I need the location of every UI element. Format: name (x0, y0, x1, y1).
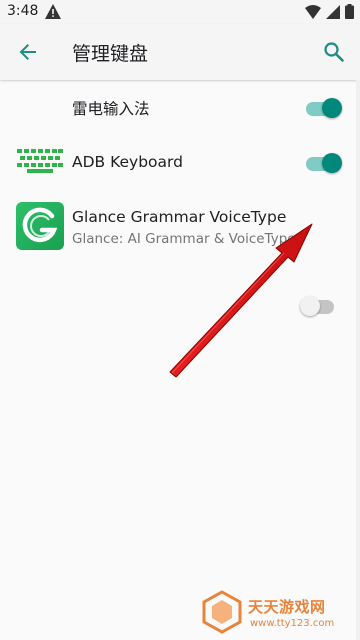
keyboard-subtitle: Glance: AI Grammar & VoiceType (72, 231, 296, 247)
signal-icon (326, 4, 340, 23)
battery-icon (345, 4, 354, 23)
keyboard-icon (17, 149, 63, 173)
back-button[interactable] (14, 38, 42, 66)
page-title: 管理键盘 (72, 43, 149, 65)
watermark-text: 天天游戏网 (248, 598, 326, 616)
scroll-edge (356, 80, 360, 640)
search-button[interactable] (320, 38, 348, 66)
keyboard-row-adb[interactable]: ADB Keyboard (0, 136, 360, 188)
keyboard-toggle-leidian[interactable] (306, 96, 342, 120)
keyboard-row-leidian[interactable]: 雷电输入法 (0, 80, 360, 136)
keyboard-title: 雷电输入法 (72, 100, 150, 118)
watermark-logo-icon (202, 590, 242, 634)
keyboard-title: Glance Grammar VoiceType (72, 208, 287, 226)
keyboard-row-glance[interactable]: Glance Grammar VoiceType Glance: AI Gram… (0, 196, 360, 316)
keyboard-toggle-adb[interactable] (306, 151, 342, 175)
watermark: 天天游戏网 www.tty123.com (196, 588, 356, 638)
app-bar: 管理键盘 (0, 24, 360, 80)
keyboard-title: ADB Keyboard (72, 153, 183, 171)
arrow-back-icon (19, 44, 36, 60)
search-icon (324, 42, 344, 62)
keyboard-toggle-glance[interactable] (300, 294, 336, 318)
watermark-url: www.tty123.com (250, 618, 335, 629)
status-icons (305, 4, 354, 23)
glance-app-icon (16, 202, 64, 250)
wifi-icon (305, 4, 321, 23)
alert-icon (45, 4, 61, 23)
status-bar: 3:48 (0, 0, 360, 24)
status-time: 3:48 (7, 3, 39, 19)
